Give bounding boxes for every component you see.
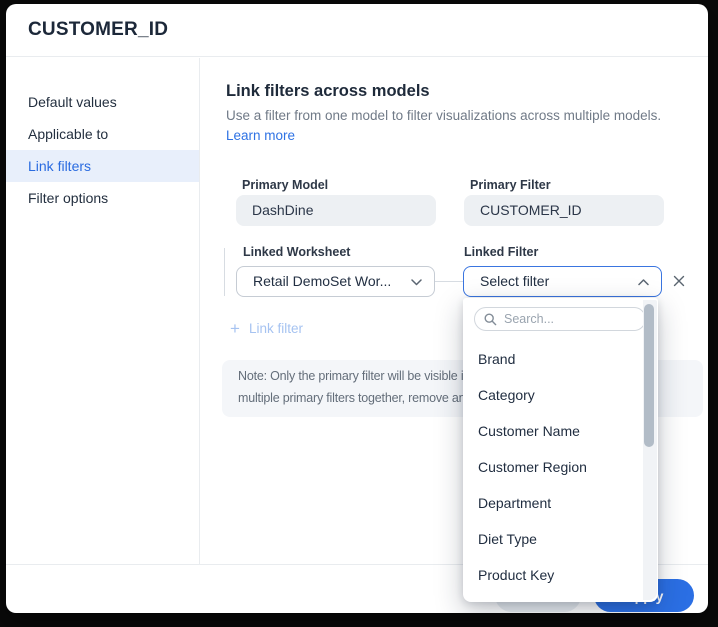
learn-more-link[interactable]: Learn more — [226, 128, 295, 143]
linked-filter-selected-value: Select filter — [480, 273, 549, 289]
description-text: Use a filter from one model to filter vi… — [226, 106, 674, 146]
primary-model-label: Primary Model — [242, 178, 328, 192]
linked-worksheet-label: Linked Worksheet — [243, 245, 350, 259]
linked-filter-select[interactable]: Select filter — [463, 266, 662, 297]
dropdown-option-brand[interactable]: Brand — [463, 341, 644, 377]
close-icon — [673, 275, 685, 287]
chevron-down-icon — [411, 279, 422, 286]
description-body: Use a filter from one model to filter vi… — [226, 108, 661, 123]
plus-icon: + — [230, 320, 240, 337]
remove-linked-filter-button[interactable] — [667, 266, 691, 296]
primary-filter-value: CUSTOMER_ID — [464, 195, 664, 226]
primary-filter-label: Primary Filter — [470, 178, 551, 192]
dropdown-option-category[interactable]: Category — [463, 377, 644, 413]
dropdown-option-product-key[interactable]: Product Key — [463, 557, 644, 593]
search-input[interactable] — [504, 312, 624, 326]
sidebar-item-default-values[interactable]: Default values — [6, 86, 199, 118]
dropdown-search[interactable] — [474, 307, 646, 331]
linked-worksheet-selected-value: Retail DemoSet Wor... — [253, 273, 391, 289]
sidebar-item-applicable-to[interactable]: Applicable to — [6, 118, 199, 150]
linked-worksheet-select[interactable]: Retail DemoSet Wor... — [236, 266, 435, 297]
sidebar-item-filter-options[interactable]: Filter options — [6, 182, 199, 214]
filter-settings-dialog: CUSTOMER_ID Default values Applicable to… — [6, 4, 708, 613]
sidebar-item-link-filters[interactable]: Link filters — [6, 150, 199, 182]
dialog-header: CUSTOMER_ID — [6, 4, 708, 57]
chevron-up-icon — [638, 279, 649, 286]
add-link-filter-label: Link filter — [249, 321, 303, 336]
add-link-filter-button[interactable]: + Link filter — [230, 320, 303, 337]
dropdown-option-diet-type[interactable]: Diet Type — [463, 521, 644, 557]
sidebar: Default values Applicable to Link filter… — [6, 58, 200, 564]
dropdown-option-list: Brand Category Customer Name Customer Re… — [463, 341, 644, 593]
link-connector-vertical — [224, 248, 225, 296]
dialog-title: CUSTOMER_ID — [28, 19, 168, 41]
link-connector-horizontal — [435, 281, 463, 282]
page-title: Link filters across models — [226, 82, 430, 101]
linked-filter-label: Linked Filter — [464, 245, 538, 259]
primary-model-value: DashDine — [236, 195, 436, 226]
search-icon — [484, 313, 497, 326]
dropdown-scrollbar-track[interactable] — [643, 300, 657, 600]
dropdown-scrollbar-thumb[interactable] — [644, 304, 654, 447]
dropdown-option-department[interactable]: Department — [463, 485, 644, 521]
dropdown-option-customer-name[interactable]: Customer Name — [463, 413, 644, 449]
linked-filter-dropdown: Brand Category Customer Name Customer Re… — [463, 298, 658, 602]
dropdown-option-customer-region[interactable]: Customer Region — [463, 449, 644, 485]
